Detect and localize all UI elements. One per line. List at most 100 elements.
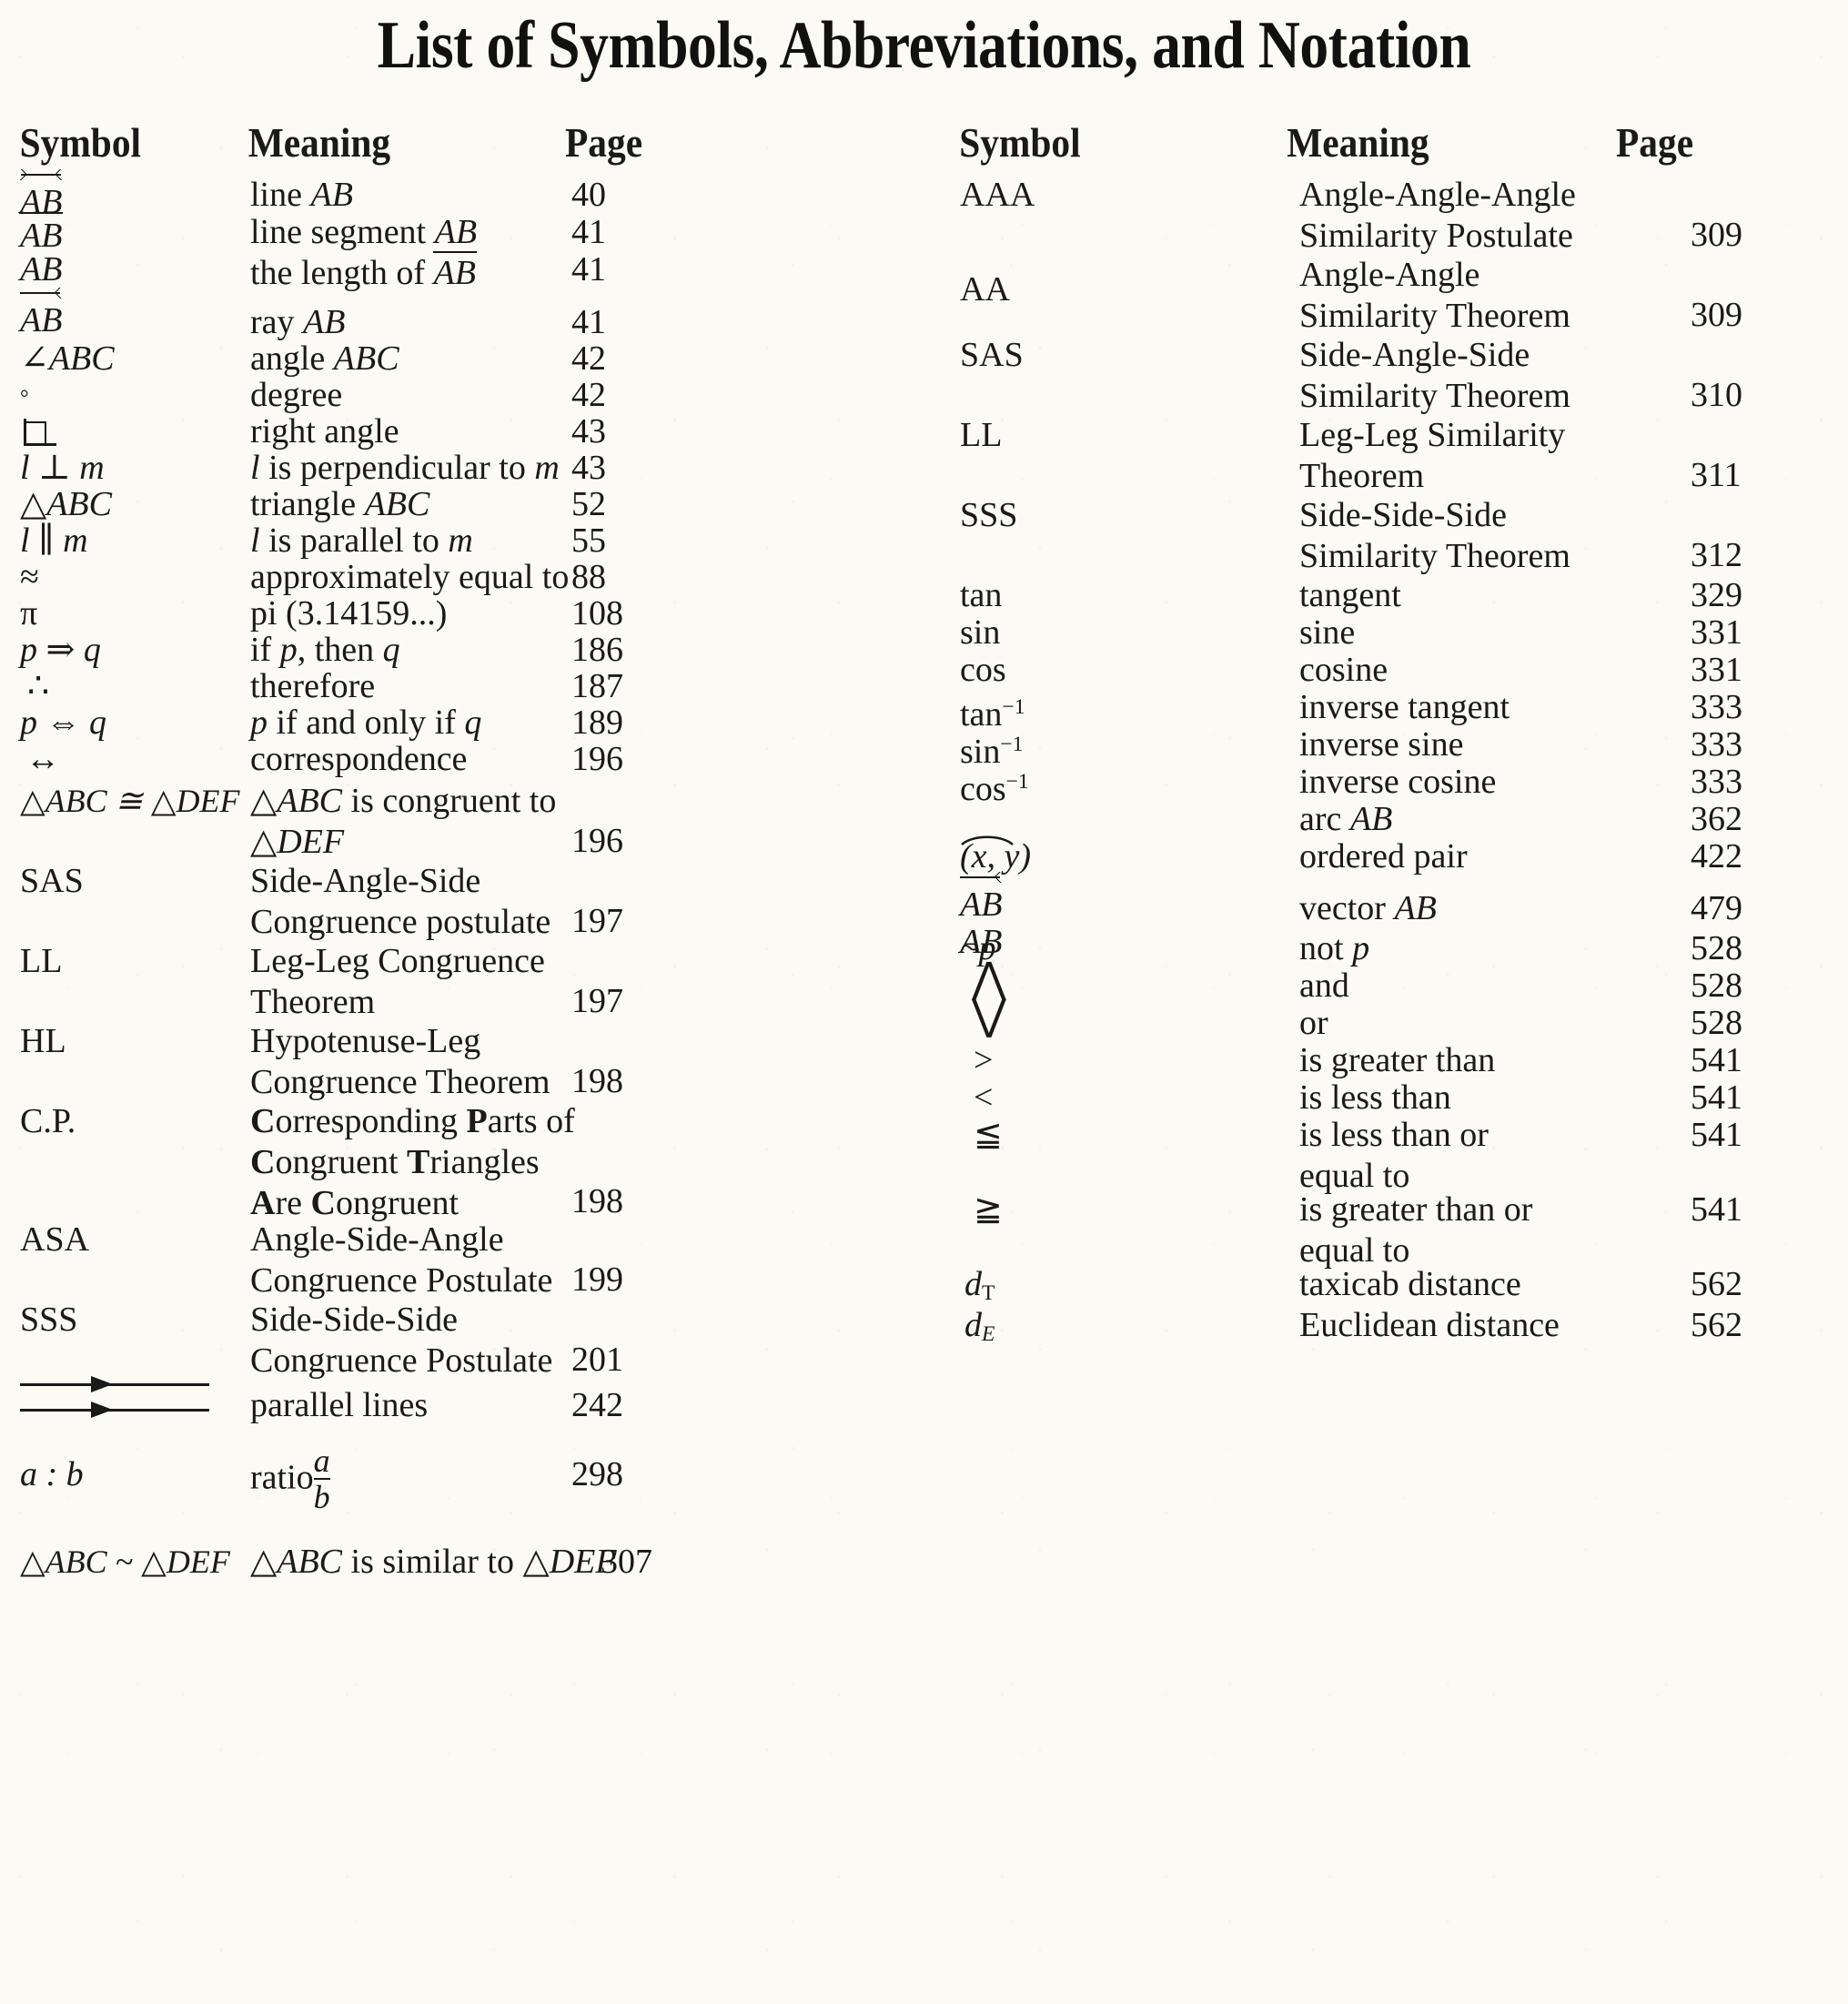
meaning-text: parallel lines [250, 1386, 429, 1424]
table-row: AA Angle-Angle Similarity Theorem 309 [928, 255, 1848, 335]
meaning-text: Angle-Side-Angle Congruence Postulate [250, 1220, 553, 1300]
page-number: 562 [1691, 1265, 1742, 1303]
table-row: SSS Side-Side-Side Similarity Theorem 31… [928, 495, 1848, 575]
table-row: SAS Side-Angle-Side Congruence postulate… [0, 861, 924, 941]
page-number: 55 [571, 521, 606, 560]
table-row: ≦ is less than or equal to 541 [928, 1115, 1848, 1195]
page-number: 333 [1691, 688, 1742, 726]
meaning-text: not p [1299, 929, 1370, 967]
meaning-text: l is parallel to m [250, 521, 473, 560]
page-number: 312 [1691, 536, 1742, 574]
table-row: ↔ correspondence 196 [0, 739, 924, 781]
meaning-text: line AB [250, 176, 353, 214]
meaning-text: Side-Angle-Side Similarity Theorem [1299, 336, 1570, 415]
page-number: 298 [571, 1455, 623, 1493]
meaning-text: and [1299, 967, 1349, 1005]
symbol-sas: SAS [20, 862, 84, 900]
table-row: AB line AB 40 [0, 169, 924, 221]
page-number: 309 [1691, 296, 1742, 334]
left-column-header-row: Symbol Meaning Page [0, 118, 832, 175]
left-header-meaning: Meaning [247, 119, 391, 166]
table-row: l ∥ m l is parallel to m 55 [0, 521, 924, 560]
table-row: p ⇒ q if p, then q 186 [0, 630, 924, 669]
page-number: 307 [601, 1543, 652, 1581]
table-row: tan−1 inverse tangent 333 [928, 687, 1848, 734]
symbol-less-than-or-equal: ≦ [974, 1116, 1003, 1154]
symbol-ratio: a : b [20, 1455, 84, 1493]
table-row: AB the length of AB 41 [0, 249, 924, 292]
symbol-hl: HL [20, 1022, 66, 1060]
symbol-implies: p ⇒ q [20, 631, 101, 669]
meaning-text: Leg-Leg Congruence Theorem [250, 942, 545, 1021]
meaning-text: inverse tangent [1299, 688, 1510, 726]
meaning-text: Side-Side-Side Similarity Theorem [1299, 496, 1570, 575]
meaning-text: Euclidean distance [1299, 1306, 1560, 1344]
page-number: 88 [571, 558, 606, 596]
page-number: 309 [1691, 216, 1742, 254]
meaning-text: ordered pair [1299, 837, 1468, 875]
table-row: dE Euclidean distance 562 [928, 1305, 1848, 1346]
page-number: 197 [571, 902, 623, 940]
table-row: < is less than 541 [928, 1078, 1848, 1117]
right-column: Symbol Meaning Page AAA Angle-Angle-Angl… [928, 118, 1848, 1346]
meaning-text: pi (3.14159...) [250, 594, 448, 633]
table-row: ASA Angle-Side-Angle Congruence Postulat… [0, 1220, 924, 1300]
page-number: 541 [1691, 1041, 1742, 1079]
meaning-text: or [1299, 1004, 1328, 1042]
page-number: 310 [1691, 376, 1742, 414]
symbol-greater-than-or-equal: ≧ [974, 1190, 1003, 1229]
meaning-text: taxicab distance [1299, 1265, 1521, 1303]
page-number: 562 [1691, 1306, 1742, 1344]
symbol-triangle-abc: △ABC [20, 485, 112, 523]
symbol-ll: LL [20, 942, 63, 980]
symbol-aa: AA [960, 270, 1010, 309]
page-number: 333 [1691, 725, 1742, 764]
table-row: right angle 43 [0, 411, 924, 450]
table-row: ° degree 42 [0, 375, 924, 414]
right-header-meaning: Meaning [1287, 119, 1429, 166]
page-number: 41 [571, 250, 606, 288]
meaning-text: Angle-Angle-Angle Similarity Postulate [1299, 176, 1576, 255]
symbol-cos: cos [960, 651, 1006, 689]
table-row: π pi (3.14159...) 108 [0, 593, 924, 633]
meaning-text: Corresponding Parts of Congruent Triangl… [250, 1102, 575, 1222]
meaning-text: inverse sine [1299, 725, 1464, 764]
symbol-sss: SSS [960, 496, 1018, 534]
table-row: AB vector AB 479 [928, 872, 1848, 928]
left-column-rows: AB line AB 40 AB line segment AB 41 AB t… [0, 169, 924, 1581]
symbol-therefore: ∴ [27, 667, 50, 705]
ratio-fraction: ab [313, 1442, 330, 1515]
left-column: Symbol Meaning Page AB line AB 40 AB lin… [0, 118, 924, 1581]
symbol-sin: sin [960, 613, 1001, 652]
page-number: 41 [571, 303, 606, 341]
symbol-triangle-similarity: △ABC ~ △DEF [20, 1543, 230, 1580]
page-number: 189 [571, 703, 623, 742]
page-number: 528 [1691, 1004, 1742, 1042]
symbol-logical-or: ⋁ [972, 992, 1006, 1038]
page-number: 528 [1691, 929, 1742, 967]
page-number: 43 [571, 412, 606, 450]
symbol-vector-ab-icon: AB [960, 872, 1288, 926]
meaning-text: sine [1299, 613, 1356, 652]
page-number: 40 [571, 176, 606, 214]
page-number: 201 [571, 1341, 623, 1379]
meaning-text: is greater than or equal to [1299, 1190, 1533, 1270]
meaning-text: cosine [1299, 651, 1389, 689]
right-column-header-row: Symbol Meaning Page [928, 118, 1756, 175]
table-row: tan tangent 329 [928, 575, 1848, 614]
page-number: 199 [571, 1260, 623, 1299]
page-number: 41 [571, 213, 606, 251]
symbol-perpendicular: l ⊥ m [20, 449, 105, 487]
symbol-aaa: AAA [960, 176, 1035, 214]
meaning-text: l is perpendicular to m [250, 449, 560, 487]
page-number: 541 [1691, 1078, 1742, 1117]
page-number: 198 [571, 1062, 623, 1100]
page-number: 108 [571, 594, 623, 633]
symbol-triangle-congruence: △ABC ≅ △DEF [20, 783, 240, 819]
table-row: > is greater than 541 [928, 1040, 1848, 1079]
table-row: dT taxicab distance 562 [928, 1264, 1848, 1305]
symbol-parallel: l ∥ m [20, 521, 88, 560]
meaning-text: approximately equal to [250, 558, 570, 596]
meaning-text: right angle [250, 412, 399, 450]
meaning-text: angle ABC [250, 339, 399, 378]
